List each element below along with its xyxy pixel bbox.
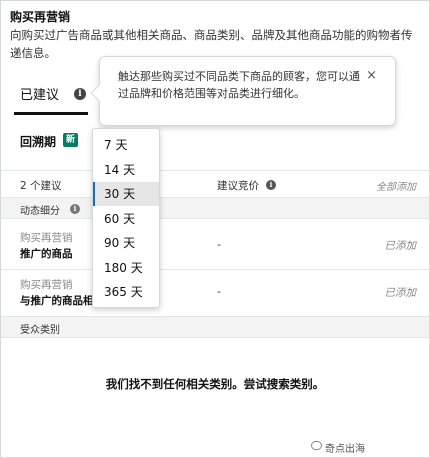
info-icon[interactable]: i — [74, 88, 86, 100]
close-icon[interactable]: × — [366, 68, 377, 83]
section-dynamic: 动态细分 i — [0, 198, 430, 219]
dropdown-option[interactable]: 90 天 — [93, 231, 159, 255]
empty-state-message: 我们找不到任何相关类别。尝试搜索类别。 — [105, 377, 325, 391]
row-added-status: 已添加 — [384, 287, 417, 299]
table-row: 购买再营销 推广的商品 - 已添加 — [0, 222, 430, 270]
row-bid: - — [217, 238, 221, 251]
row-category: 购买再营销 — [20, 232, 73, 244]
tooltip-text: 触达那些购买过不同品类下商品的顾客，您可以通过品牌和价格范围等对品类进行细化。 — [118, 70, 360, 100]
add-all-button[interactable]: 全部添加 — [376, 178, 416, 193]
watermark-text: 奇点出海 — [325, 444, 365, 455]
suggestion-count: 2 个建议 — [20, 180, 62, 192]
tooltip: 触达那些购买过不同品类下商品的顾客，您可以通过品牌和价格范围等对品类进行细化。 … — [90, 56, 396, 126]
dropdown-option[interactable]: 14 天 — [93, 158, 159, 182]
dropdown-option-selected[interactable]: 30 天 — [93, 182, 159, 206]
section-label: 受众类别 — [20, 325, 60, 336]
lookback-label: 回溯期 — [20, 135, 57, 149]
section-audience: 受众类别 — [0, 317, 430, 338]
table-row: 购买再营销 与推广的商品相似 - 已添加 — [0, 269, 430, 317]
wechat-icon — [311, 441, 322, 450]
dropdown-option[interactable]: 365 天 — [93, 280, 159, 304]
suggested-bid-header: 建议竞价 — [217, 180, 259, 192]
lookback-dropdown: 7 天 14 天 30 天 60 天 90 天 180 天 365 天 — [92, 128, 160, 308]
header-title: 购买再营销 — [10, 10, 71, 24]
tab-underline — [14, 112, 88, 115]
dropdown-option[interactable]: 180 天 — [93, 256, 159, 280]
row-bid: - — [217, 285, 221, 298]
dropdown-option[interactable]: 60 天 — [93, 207, 159, 231]
table-header: 2 个建议 建议竞价 i 全部添加 — [0, 170, 430, 198]
lookback-row: 回溯期 新 — [0, 130, 430, 152]
row-target: 推广的商品 — [20, 248, 73, 260]
new-badge: 新 — [63, 133, 79, 147]
info-icon[interactable]: i — [266, 180, 276, 190]
section-label: 动态细分 — [20, 206, 60, 217]
row-added-status: 已添加 — [384, 240, 417, 252]
dropdown-option[interactable]: 7 天 — [93, 133, 159, 157]
watermark: 奇点出海 — [311, 440, 365, 455]
info-icon[interactable]: i — [70, 204, 80, 214]
row-category: 购买再营销 — [20, 279, 73, 291]
tab-suggested[interactable]: 已建议 — [20, 84, 59, 103]
